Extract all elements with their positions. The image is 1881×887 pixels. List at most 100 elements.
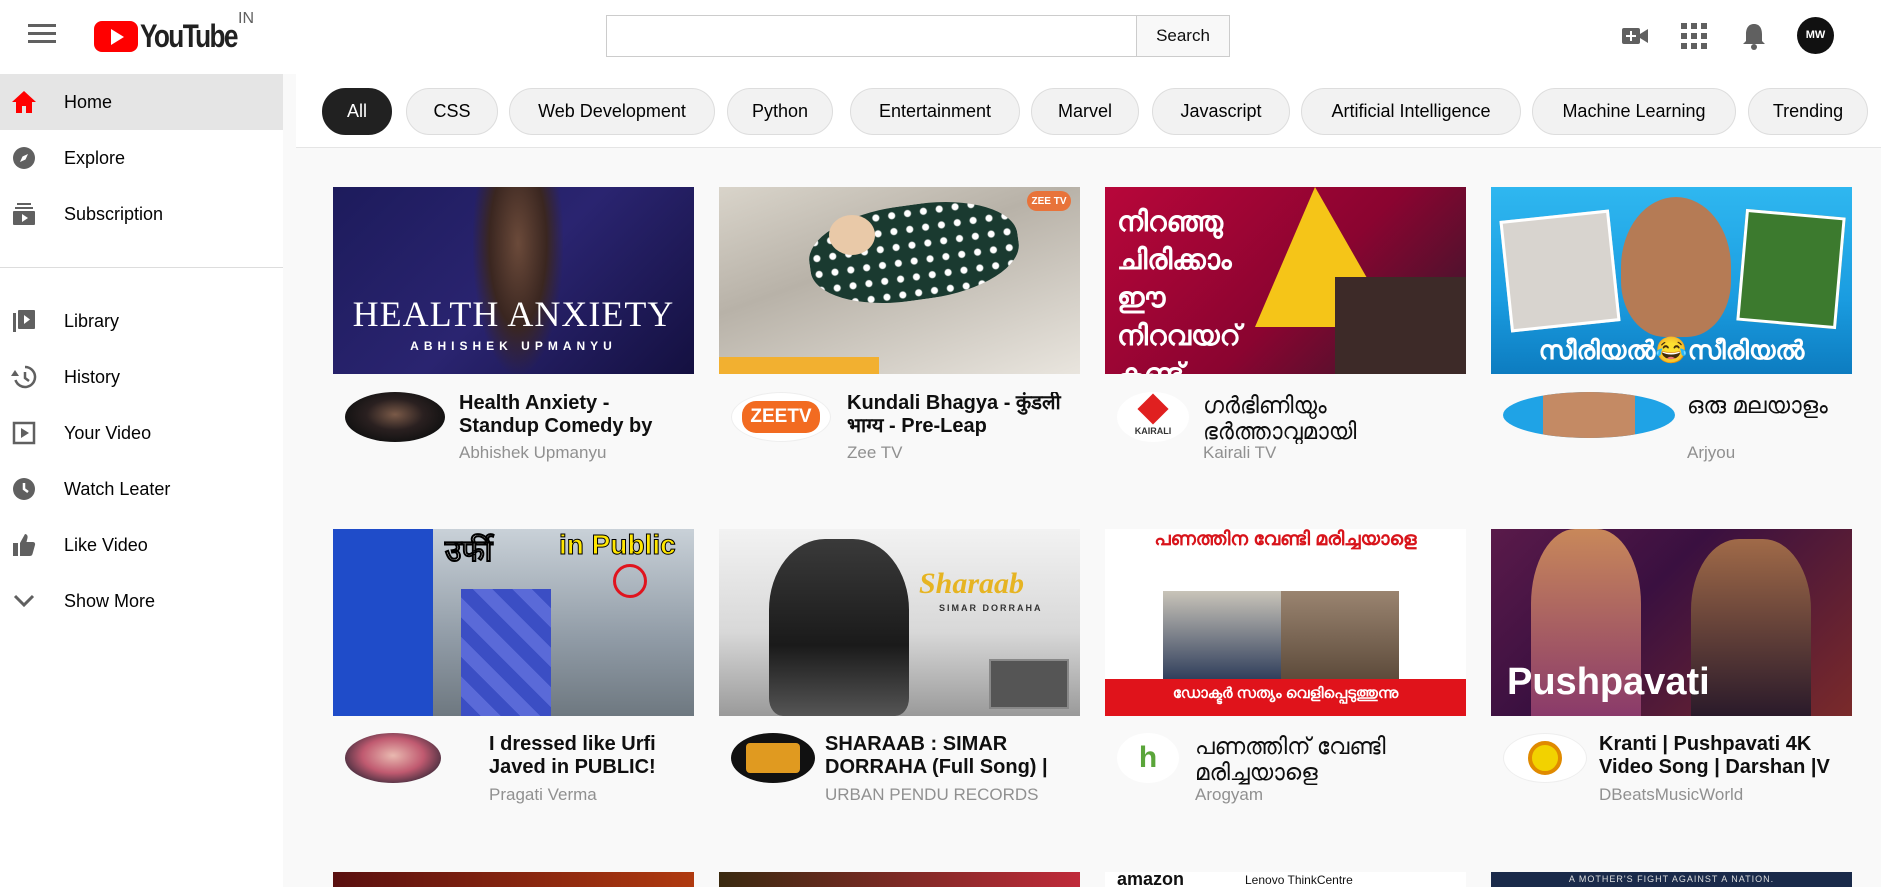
video-camera-plus-icon[interactable] — [1619, 20, 1651, 52]
video-title[interactable]: Kundali Bhagya - कुंडली भाग्य - Pre-Leap — [847, 392, 1067, 438]
chip-trending[interactable]: Trending — [1748, 88, 1868, 135]
video-card: उर्फी in Public I dressed like Urfi Jave… — [333, 529, 694, 804]
channel-name[interactable]: DBeatsMusicWorld — [1599, 785, 1743, 805]
history-icon — [10, 363, 38, 391]
video-thumbnail[interactable]: പണത്തിന വേണ്ടി മരിച്ചയാളെ ഡോക്ടർ സത്യം വ… — [1105, 529, 1466, 716]
thumbnail-product-text: Lenovo ThinkCentre — [1245, 873, 1353, 887]
search-input[interactable] — [606, 15, 1137, 57]
sidebar-item-home[interactable]: Home — [0, 74, 283, 130]
video-thumbnail[interactable]: സീരിയൽ😂സീരിയൽ — [1491, 187, 1852, 374]
channel-name[interactable]: Arogyam — [1195, 785, 1263, 805]
thumbnail-title: HEALTH ANXIETY — [352, 294, 675, 334]
sidebar-item-history[interactable]: History — [0, 349, 283, 405]
video-card — [719, 872, 1080, 887]
thumbnail-title: उर्फी — [444, 535, 493, 569]
video-title[interactable]: ഒരു മലയാളം — [1687, 392, 1837, 444]
youtube-logo[interactable]: YouTube — [94, 18, 258, 55]
category-chip-bar: All CSS Web Development Python Entertain… — [296, 74, 1881, 148]
video-title[interactable]: ഗർഭിണിയും ഭർത്താവുമായി — [1203, 392, 1453, 444]
channel-avatar-logo: KAIRALI — [1134, 426, 1172, 436]
thumbnail-title: Sharaab — [919, 567, 1025, 600]
chip-marvel[interactable]: Marvel — [1031, 88, 1139, 135]
channel-avatar-logo: ZEETV — [742, 401, 820, 433]
channel-name[interactable]: URBAN PENDU RECORDS — [825, 785, 1038, 805]
channel-avatar[interactable] — [731, 733, 815, 783]
sidebar-item-library[interactable]: Library — [0, 293, 283, 349]
video-card: സീരിയൽ😂സീരിയൽ ഒരു മലയാളം Arjyou — [1491, 187, 1852, 462]
video-card: Pushpavati Kranti | Pushpavati 4K Video … — [1491, 529, 1852, 804]
thumbnail-subtitle: ABHISHEK UPMANYU — [410, 339, 617, 353]
video-title[interactable]: Health Anxiety - Standup Comedy by Abhis… — [459, 392, 679, 438]
thumbnail-title: പണത്തിന വേണ്ടി മരിച്ചയാളെ — [1154, 529, 1417, 550]
chip-python[interactable]: Python — [727, 88, 833, 135]
clock-icon — [10, 475, 38, 503]
chip-all[interactable]: All — [322, 88, 392, 135]
sidebar-item-label: Explore — [64, 147, 126, 168]
video-thumbnail[interactable]: A MOTHER'S FIGHT AGAINST A NATION. — [1491, 872, 1852, 887]
sidebar-item-label: Show More — [64, 590, 156, 611]
video-title[interactable]: Kranti | Pushpavati 4K Video Song | Dars… — [1599, 733, 1837, 779]
channel-name[interactable]: Abhishek Upmanyu — [459, 443, 606, 463]
video-card: A MOTHER'S FIGHT AGAINST A NATION. — [1491, 872, 1852, 887]
sidebar-item-watch-later[interactable]: Watch Leater — [0, 461, 283, 517]
sidebar-item-label: Library — [64, 310, 120, 331]
video-card — [333, 872, 694, 887]
subscriptions-icon — [10, 200, 38, 228]
sidebar-item-your-video[interactable]: Your Video — [0, 405, 283, 461]
sidebar-item-subscription[interactable]: Subscription — [0, 186, 283, 242]
chip-machine-learning[interactable]: Machine Learning — [1532, 88, 1736, 135]
video-thumbnail[interactable]: उर्फी in Public — [333, 529, 694, 716]
country-code: IN — [238, 10, 254, 27]
bell-icon[interactable] — [1738, 20, 1770, 52]
library-icon — [10, 307, 38, 335]
channel-name[interactable]: Kairali TV — [1203, 443, 1276, 463]
chip-entertainment[interactable]: Entertainment — [850, 88, 1020, 135]
video-thumbnail[interactable] — [333, 872, 694, 887]
youtube-play-logo-icon — [94, 21, 138, 52]
chip-css[interactable]: CSS — [406, 88, 498, 135]
compass-icon — [10, 144, 38, 172]
chip-web-development[interactable]: Web Development — [509, 88, 715, 135]
sidebar-item-explore[interactable]: Explore — [0, 130, 283, 186]
sidebar-item-like-video[interactable]: Like Video — [0, 517, 283, 573]
video-title[interactable]: SHARAAB : SIMAR DORRAHA (Full Song) | RA… — [825, 733, 1065, 779]
chip-artificial-intelligence[interactable]: Artificial Intelligence — [1301, 88, 1521, 135]
sidebar-item-label: Your Video — [64, 422, 152, 443]
video-thumbnail[interactable]: amazon Lenovo ThinkCentre — [1105, 872, 1466, 887]
channel-avatar[interactable] — [345, 733, 441, 783]
channel-name[interactable]: Pragati Verma — [489, 785, 597, 805]
channel-avatar-face — [1543, 392, 1635, 438]
hamburger-menu-icon[interactable] — [28, 24, 56, 48]
thumbnail-title: നിറഞ്ഞു ചിരിക്കാം ഈ നിറവയറ് കണ്ട് — [1117, 206, 1241, 374]
channel-avatar[interactable] — [1503, 733, 1587, 783]
sidebar-item-show-more[interactable]: Show More — [0, 573, 283, 629]
channel-avatar[interactable]: KAIRALI — [1117, 392, 1189, 442]
channel-avatar[interactable]: h — [1117, 733, 1179, 783]
channel-name[interactable]: Zee TV — [847, 443, 902, 463]
chevron-down-icon — [10, 587, 38, 615]
thumbs-up-icon — [10, 531, 38, 559]
video-thumbnail[interactable]: ZEE TV — [719, 187, 1080, 374]
thumbnail-brand-text: amazon — [1117, 872, 1185, 887]
sidebar-item-label: Home — [64, 91, 113, 112]
video-title[interactable]: പണത്തിന് വേണ്ടി മരിച്ചയാളെ — [1195, 733, 1451, 785]
thumbnail-subtitle: SIMAR DORRAHA — [939, 603, 1043, 613]
video-thumbnail[interactable] — [719, 872, 1080, 887]
video-card: Sharaab SIMAR DORRAHA SHARAAB : SIMAR DO… — [719, 529, 1080, 804]
video-thumbnail[interactable]: നിറഞ്ഞു ചിരിക്കാം ഈ നിറവയറ് കണ്ട് — [1105, 187, 1466, 374]
home-icon — [10, 88, 38, 116]
channel-avatar[interactable] — [345, 392, 445, 442]
video-thumbnail[interactable]: Pushpavati — [1491, 529, 1852, 716]
kairali-logo-icon — [1137, 393, 1169, 425]
channel-avatar[interactable]: ZEETV — [731, 392, 831, 442]
channel-name[interactable]: Arjyou — [1687, 443, 1735, 463]
sidebar-divider — [0, 267, 283, 268]
channel-avatar[interactable] — [1503, 392, 1675, 438]
search-button[interactable]: Search — [1136, 15, 1230, 57]
video-thumbnail[interactable]: Sharaab SIMAR DORRAHA — [719, 529, 1080, 716]
avatar[interactable]: MW — [1797, 17, 1834, 54]
grid-apps-icon[interactable] — [1678, 20, 1710, 52]
chip-javascript[interactable]: Javascript — [1152, 88, 1290, 135]
video-title[interactable]: I dressed like Urfi Javed in PUBLIC! — [489, 733, 679, 779]
video-thumbnail[interactable]: HEALTH ANXIETY ABHISHEK UPMANYU — [333, 187, 694, 374]
